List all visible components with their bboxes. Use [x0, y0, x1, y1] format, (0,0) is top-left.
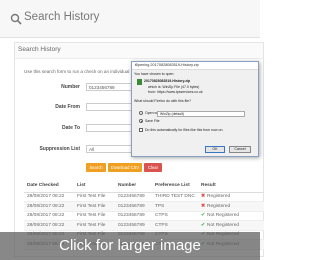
- enlarge-overlay[interactable]: Click for larger image: [0, 232, 260, 260]
- cell-result: ✔Not Registered: [198, 211, 264, 221]
- download-csv-button[interactable]: Download CSV: [108, 163, 142, 172]
- cell-preference: THIRD TEST DNC: [152, 192, 198, 202]
- cell-preference: CTPS: [152, 220, 198, 231]
- cell-list: First Test File: [74, 201, 115, 212]
- header-result[interactable]: Result: [198, 180, 264, 193]
- dialog-file-source: from: https://www.tpsservices.co.uk: [148, 90, 203, 94]
- dialog-ok-button[interactable]: OK: [205, 146, 225, 153]
- number-label: Number: [61, 84, 80, 90]
- search-button[interactable]: Search: [86, 163, 106, 172]
- cross-icon: ✖: [201, 194, 206, 200]
- dialog-chosen-text: You have chosen to open:: [134, 72, 175, 76]
- check-icon: ✔: [201, 222, 206, 228]
- cell-date: 28/08/2017 08:22: [24, 192, 74, 202]
- cell-number: 0123456789: [115, 211, 152, 221]
- auto-action-checkbox[interactable]: [139, 128, 143, 132]
- cell-result: ✔Not Registered: [198, 220, 264, 231]
- page-title: Search History: [24, 11, 100, 23]
- auto-action-label: Do this automatically for files like thi…: [145, 128, 224, 132]
- cell-date: 28/08/2017 08:22: [24, 201, 74, 212]
- header-preference-list[interactable]: Preference List: [152, 180, 198, 193]
- table-header-row: Date Checked List Number Preference List…: [24, 180, 264, 193]
- page-header: Search History: [0, 0, 260, 38]
- result-text: Not Registered: [207, 213, 240, 219]
- table-row: 28/08/2017 08:22First Test File012345678…: [24, 201, 264, 212]
- clear-button[interactable]: Clear: [144, 163, 162, 172]
- table-row: 28/08/2017 08:22First Test File012345678…: [24, 192, 264, 202]
- enlarge-caption[interactable]: Click for larger image: [0, 237, 260, 254]
- check-icon: ✔: [201, 213, 206, 219]
- suppression-list-label: Suppression List: [39, 146, 80, 152]
- result-text: Not Registered: [207, 222, 240, 228]
- cell-date: 28/08/2017 08:22: [24, 220, 74, 231]
- header-number[interactable]: Number: [115, 180, 152, 193]
- search-icon: [10, 13, 22, 25]
- cell-number: 0123456789: [115, 220, 152, 231]
- dialog-file-type: which is: WinZip File (47.0 bytes): [148, 85, 200, 89]
- open-with-select[interactable]: WinZip (default): [157, 111, 245, 117]
- cell-result: ✖ Registered: [198, 192, 264, 202]
- cell-date: 28/08/2017 08:22: [24, 211, 74, 221]
- save-file-radio[interactable]: [139, 119, 143, 123]
- result-text: Registered: [207, 194, 231, 200]
- result-text: Registered: [207, 203, 231, 209]
- panel-heading-title: Search History: [18, 46, 61, 53]
- zip-file-icon: [137, 79, 142, 85]
- panel-heading: Search History: [15, 43, 263, 59]
- instructions-text: Use this search form to run a check on a…: [24, 69, 130, 74]
- cell-list: First Test File: [74, 211, 115, 221]
- cell-number: 0123456789: [115, 192, 152, 202]
- cell-preference: TPS: [152, 201, 198, 212]
- cell-result: ✖ Registered: [198, 201, 264, 212]
- close-icon[interactable]: ×: [135, 63, 256, 67]
- header-date-checked[interactable]: Date Checked: [24, 180, 74, 193]
- cell-number: 0123456789: [115, 201, 152, 212]
- save-file-label: Save File: [145, 119, 160, 123]
- dialog-filename: 20170828083519-History.zip: [144, 79, 191, 83]
- cell-preference: CTPS: [152, 211, 198, 221]
- date-from-label: Date From: [55, 104, 80, 110]
- header-list[interactable]: List: [74, 180, 115, 193]
- dialog-question: What should Firefox do with this file?: [134, 99, 191, 103]
- table-row: 28/08/2017 08:22First Test File012345678…: [24, 220, 264, 231]
- cross-icon: ✖: [201, 203, 206, 209]
- dialog-cancel-button[interactable]: Cancel: [229, 146, 251, 153]
- table-row: 28/08/2017 08:22First Test File012345678…: [24, 211, 264, 221]
- open-with-radio[interactable]: [139, 111, 143, 115]
- cell-list: First Test File: [74, 192, 115, 202]
- cell-list: First Test File: [74, 220, 115, 231]
- date-to-label: Date To: [62, 125, 80, 131]
- dialog-title-bar: Opening 20170828083519-History.zip ×: [132, 62, 258, 70]
